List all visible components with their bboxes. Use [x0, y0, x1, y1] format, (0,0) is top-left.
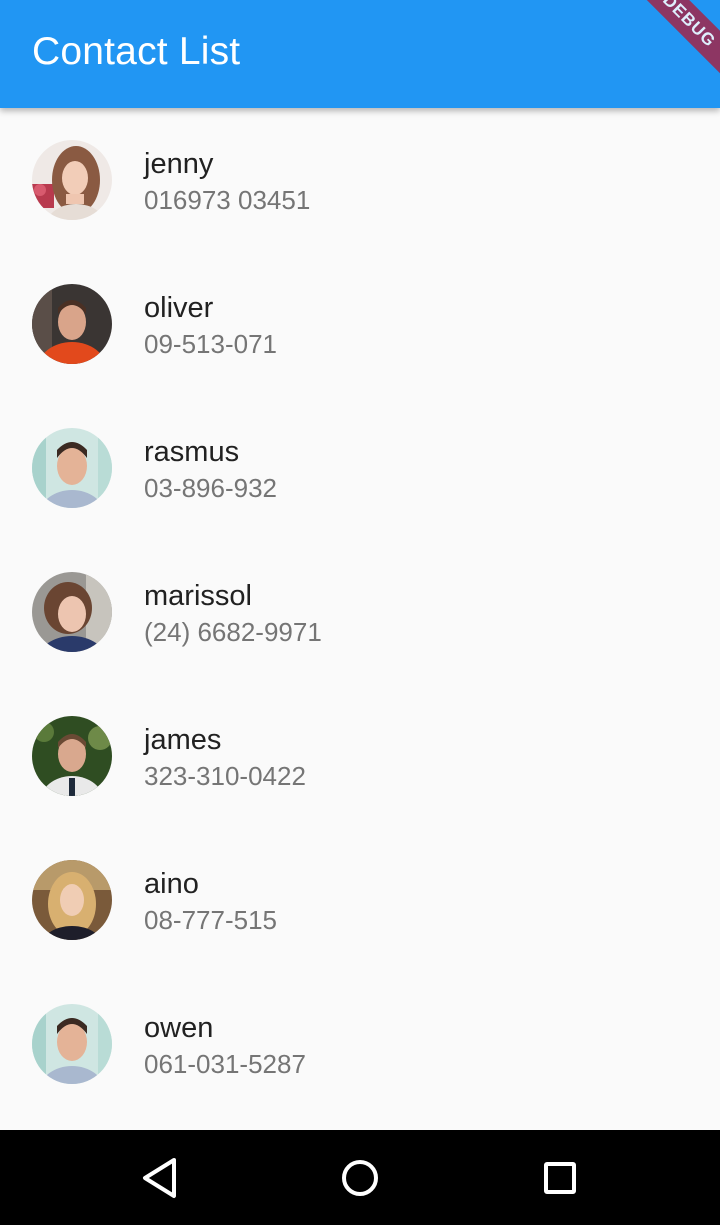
contact-row-oliver[interactable]: oliver 09-513-071: [0, 252, 720, 396]
avatar: [32, 140, 112, 220]
avatar: [32, 860, 112, 940]
page-title: Contact List: [32, 30, 241, 73]
contact-phone: 08-777-515: [144, 905, 277, 935]
system-nav-bar: [0, 1130, 720, 1225]
contact-name: owen: [144, 1012, 214, 1044]
avatar: [32, 1004, 112, 1084]
contact-row-jenny[interactable]: jenny 016973 03451: [0, 108, 720, 252]
contact-phone: 03-896-932: [144, 473, 277, 503]
avatar: [32, 428, 112, 508]
contact-row-james[interactable]: james 323-310-0422: [0, 684, 720, 828]
avatar: [32, 284, 112, 364]
contact-phone: 061-031-5287: [144, 1049, 306, 1079]
app-bar: Contact List DEBUG: [0, 0, 720, 108]
contact-name: james: [144, 724, 222, 756]
contact-row-owen[interactable]: owen 061-031-5287: [0, 972, 720, 1116]
back-icon[interactable]: [134, 1152, 186, 1204]
contact-name: aino: [144, 868, 199, 900]
contact-row-rasmus[interactable]: rasmus 03-896-932: [0, 396, 720, 540]
contact-list: jenny 016973 03451 oliver 09-513-071 ras…: [0, 108, 720, 1130]
contact-phone: 09-513-071: [144, 329, 277, 359]
avatar: [32, 572, 112, 652]
contact-phone: 016973 03451: [144, 185, 311, 215]
contact-phone: 323-310-0422: [144, 761, 306, 791]
contact-phone: (24) 6682-9971: [144, 617, 322, 647]
debug-banner: DEBUG: [618, 0, 720, 92]
contact-name: marissol: [144, 580, 252, 612]
contact-name: oliver: [144, 292, 214, 324]
contact-name: jenny: [144, 148, 214, 180]
contact-row-aino[interactable]: aino 08-777-515: [0, 828, 720, 972]
home-icon[interactable]: [334, 1152, 386, 1204]
contact-name: rasmus: [144, 436, 240, 468]
recents-icon[interactable]: [534, 1152, 586, 1204]
contact-row-marissol[interactable]: marissol (24) 6682-9971: [0, 540, 720, 684]
avatar: [32, 716, 112, 796]
